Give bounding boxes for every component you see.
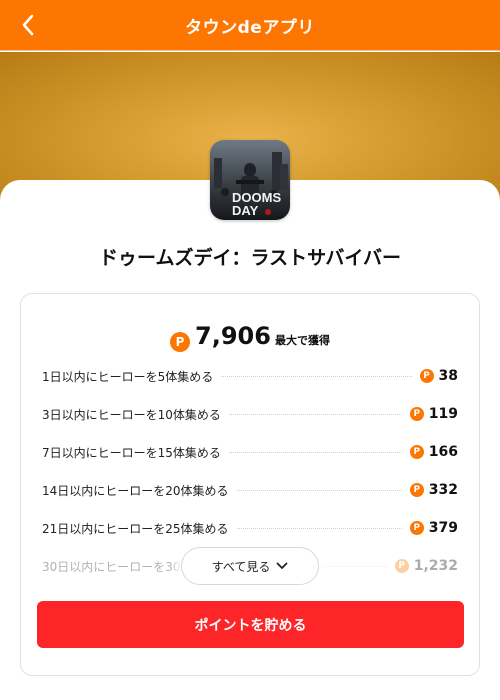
app-icon: DOOMS DAY xyxy=(210,140,290,220)
mission-label: 14日以内にヒーローを20体集める xyxy=(42,483,229,498)
mission-points: 119 xyxy=(428,406,458,422)
mission-points: 1,232 xyxy=(413,558,458,574)
back-button[interactable] xyxy=(14,11,42,39)
mission-points: 38 xyxy=(438,368,458,384)
chevron-down-icon xyxy=(276,562,288,570)
point-coin-icon: P xyxy=(409,483,424,497)
total-points-suffix: 最大で獲得 xyxy=(274,334,330,347)
mission-label: 7日以内にヒーローを15体集める xyxy=(42,445,221,460)
total-points: P 7,906 最大で獲得 xyxy=(21,322,479,352)
earn-points-button[interactable]: ポイントを貯める xyxy=(37,601,464,648)
mission-label: 1日以内にヒーローを5体集める xyxy=(42,369,214,384)
point-coin-icon: P xyxy=(409,407,424,421)
app-name: ドゥームズデイ：ラストサバイバー xyxy=(99,247,401,269)
mission-points: 379 xyxy=(428,520,458,536)
mission-label: 3日以内にヒーローを10体集める xyxy=(42,407,221,422)
header-title: タウンdeアプリ xyxy=(185,17,315,38)
leader-dots xyxy=(236,527,402,529)
leader-dots xyxy=(236,489,402,491)
see-all-button[interactable]: すべて見る xyxy=(181,547,319,585)
mission-row: 7日以内にヒーローを15体集める P 166 xyxy=(42,443,458,461)
point-coin-icon: P xyxy=(409,521,424,535)
total-points-value: 7,906 xyxy=(195,322,271,350)
leader-dots xyxy=(228,451,402,453)
mission-points: 166 xyxy=(428,444,458,460)
mission-row: 14日以内にヒーローを20体集める P 332 xyxy=(42,481,458,499)
points-card: P 7,906 最大で獲得 1日以内にヒーローを5体集める P 38 3日以内にヒ… xyxy=(20,293,480,676)
app-header: タウンdeアプリ xyxy=(0,0,500,51)
point-coin-icon: P xyxy=(409,445,424,459)
icon-text-line2: DAY xyxy=(232,203,259,218)
mission-label: 21日以内にヒーローを25体集める xyxy=(42,521,229,536)
see-all-label: すべて見る xyxy=(211,559,271,574)
point-coin-icon: P xyxy=(419,369,434,383)
mission-row: 21日以内にヒーローを25体集める P 379 xyxy=(42,519,458,537)
point-coin-icon: P xyxy=(170,332,191,352)
point-coin-icon: P xyxy=(394,559,409,573)
leader-dots xyxy=(221,375,412,377)
mission-points: 332 xyxy=(428,482,458,498)
leader-dots xyxy=(228,413,402,415)
mission-row: 3日以内にヒーローを10体集める P 119 xyxy=(42,405,458,423)
mission-row: 1日以内にヒーローを5体集める P 38 xyxy=(42,367,458,385)
earn-points-label: ポイントを貯める xyxy=(194,617,307,634)
chevron-left-icon xyxy=(22,14,34,36)
